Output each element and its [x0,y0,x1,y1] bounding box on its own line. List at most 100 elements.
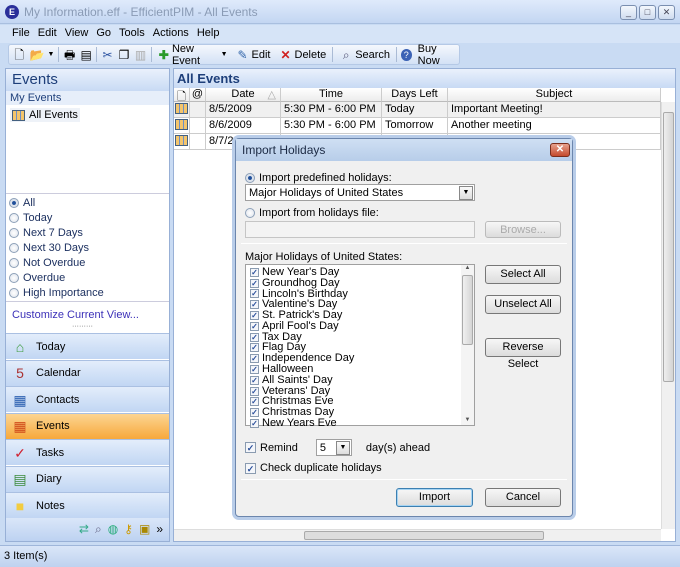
menu-actions[interactable]: Actions [149,25,193,39]
filter-option[interactable]: Today [9,210,104,225]
cut-icon[interactable]: ✂ [101,48,114,62]
menu-go[interactable]: Go [92,25,115,39]
sync-icon[interactable]: ⇄ [79,522,89,536]
horizontal-scrollbar[interactable] [174,529,661,541]
open-folder-icon[interactable]: 📂 [30,48,45,62]
splitter-handle[interactable]: ········· [72,323,93,330]
edit-button[interactable]: ✎ Edit [234,48,273,62]
paste-icon[interactable]: ▥ [134,48,147,62]
filter-option[interactable]: Overdue [9,270,104,285]
new-file-icon[interactable]: 🗋 [13,48,26,62]
check-duplicate-checkbox[interactable]: ✓ [245,462,256,474]
nav-notes[interactable]: ■ Notes [6,492,169,518]
copy-icon[interactable]: ❐ [118,48,131,62]
browse-button[interactable]: Browse... [485,221,561,238]
nav-today[interactable]: ⌂ Today [6,333,169,359]
tree-item-all-events[interactable]: All Events [10,108,80,122]
nav-calendar[interactable]: 5 Calendar [6,359,169,386]
print-preview-icon[interactable]: ▤ [80,48,93,62]
radio-button[interactable] [9,242,19,253]
maximize-button[interactable]: □ [639,5,656,20]
menu-help[interactable]: Help [193,25,224,39]
holiday-checkbox[interactable]: ✓ [250,386,259,396]
predefined-holidays-select[interactable]: Major Holidays of United States ▼ [245,184,475,201]
globe-icon[interactable]: ◍ [108,522,118,536]
remind-days-select[interactable]: 5 ▼ [315,439,352,456]
column-date[interactable]: Date △ [206,88,281,102]
column-subject[interactable]: Subject [448,88,661,102]
table-row[interactable]: 8/5/2009 5:30 PM - 6:00 PM Today Important … [174,102,661,118]
help-icon[interactable]: ? [400,48,412,61]
menu-tools[interactable]: Tools [115,25,149,39]
delete-button[interactable]: ✕ Delete [277,48,329,62]
radio-button[interactable] [9,272,19,283]
holiday-checkbox[interactable]: ✓ [250,375,259,385]
check-duplicate-option[interactable]: ✓ Check duplicate holidays [245,462,382,474]
radio-button[interactable] [9,257,19,268]
close-button[interactable]: ✕ [658,5,675,20]
table-row[interactable]: 8/6/2009 5:30 PM - 6:00 PM Tomorrow Another… [174,118,661,134]
holiday-item[interactable]: ✓ New Years Eve [250,418,470,429]
select-all-button[interactable]: Select All [485,265,561,284]
holiday-checkbox[interactable]: ✓ [250,278,259,288]
holidays-file-input[interactable] [245,221,475,238]
radio-from-file[interactable]: Import from holidays file: [245,205,379,220]
remind-checkbox[interactable]: ✓ [245,442,256,453]
import-button[interactable]: Import [396,488,473,507]
filter-option[interactable]: Next 7 Days [9,225,104,240]
holiday-checkbox[interactable]: ✓ [250,300,259,310]
holiday-checkbox[interactable]: ✓ [250,332,259,342]
dialog-close-button[interactable]: ✕ [550,143,570,157]
key-icon[interactable]: ⚷ [124,522,133,536]
search-button[interactable]: ⌕ Search [337,48,392,62]
radio-button[interactable] [9,212,19,223]
holiday-checkbox[interactable]: ✓ [250,289,259,299]
nav-contacts[interactable]: ▦ Contacts [6,386,169,412]
holiday-checkbox[interactable]: ✓ [250,397,259,407]
holiday-checkbox[interactable]: ✓ [250,419,259,429]
menu-view[interactable]: View [61,25,93,39]
radio-button[interactable] [9,197,19,208]
menu-edit[interactable]: Edit [34,25,61,39]
holiday-checkbox[interactable]: ✓ [250,343,259,353]
nav-diary[interactable]: ▤ Diary [6,465,169,492]
holiday-checkbox[interactable]: ✓ [250,267,259,277]
holiday-checkbox[interactable]: ✓ [250,311,259,321]
cancel-button[interactable]: Cancel [485,488,561,507]
clipboard-icon[interactable]: ▣ [139,522,150,536]
radio-button[interactable] [9,287,19,298]
import-holidays-dialog: Import Holidays ✕ Import predefined holi… [235,138,573,517]
plus-icon: ✚ [158,47,169,62]
list-scrollbar[interactable]: ▲ ▼ [461,265,474,425]
holiday-checkbox[interactable]: ✓ [250,365,259,375]
more-chevron-icon[interactable]: » [156,522,163,536]
filter-option[interactable]: Next 30 Days [9,240,104,255]
filter-option[interactable]: Not Overdue [9,255,104,270]
holiday-list-label: Major Holidays of United States: [245,251,403,263]
customize-view-link[interactable]: Customize Current View... [12,309,139,321]
holiday-checkbox[interactable]: ✓ [250,354,259,364]
filter-option[interactable]: High Importance [9,285,104,300]
nav-shortcut-bar: ⇄ ⌕ ◍ ⚷ ▣ » [6,517,169,541]
print-icon[interactable]: 🖶 [63,48,76,62]
unselect-all-button[interactable]: Unselect All [485,295,561,314]
holiday-checkbox[interactable]: ✓ [250,321,259,331]
radio-predefined[interactable]: Import predefined holidays: [245,170,392,185]
attachment-column-icon[interactable]: @ [190,88,206,102]
column-time[interactable]: Time [281,88,382,102]
nav-tasks[interactable]: ✓ Tasks [6,439,169,465]
buy-now-button[interactable]: Buy Now [416,43,459,67]
holiday-item[interactable]: ✓ Groundhog Day [250,277,470,289]
column-days-left[interactable]: Days Left [382,88,448,102]
search-icon[interactable]: ⌕ [95,522,102,537]
holiday-checkbox[interactable]: ✓ [250,408,259,418]
menu-file[interactable]: File [0,25,34,39]
type-column-icon[interactable]: 🗋 [174,88,190,103]
radio-button[interactable] [9,227,19,238]
new-event-button[interactable]: ✚ New Event ▼ [156,43,230,67]
reverse-select-button[interactable]: Reverse Select [485,338,561,370]
filter-option[interactable]: All [9,195,104,210]
minimize-button[interactable]: _ [620,5,637,20]
nav-events[interactable]: ▦ Events [6,412,169,439]
vertical-scrollbar[interactable] [661,102,675,529]
